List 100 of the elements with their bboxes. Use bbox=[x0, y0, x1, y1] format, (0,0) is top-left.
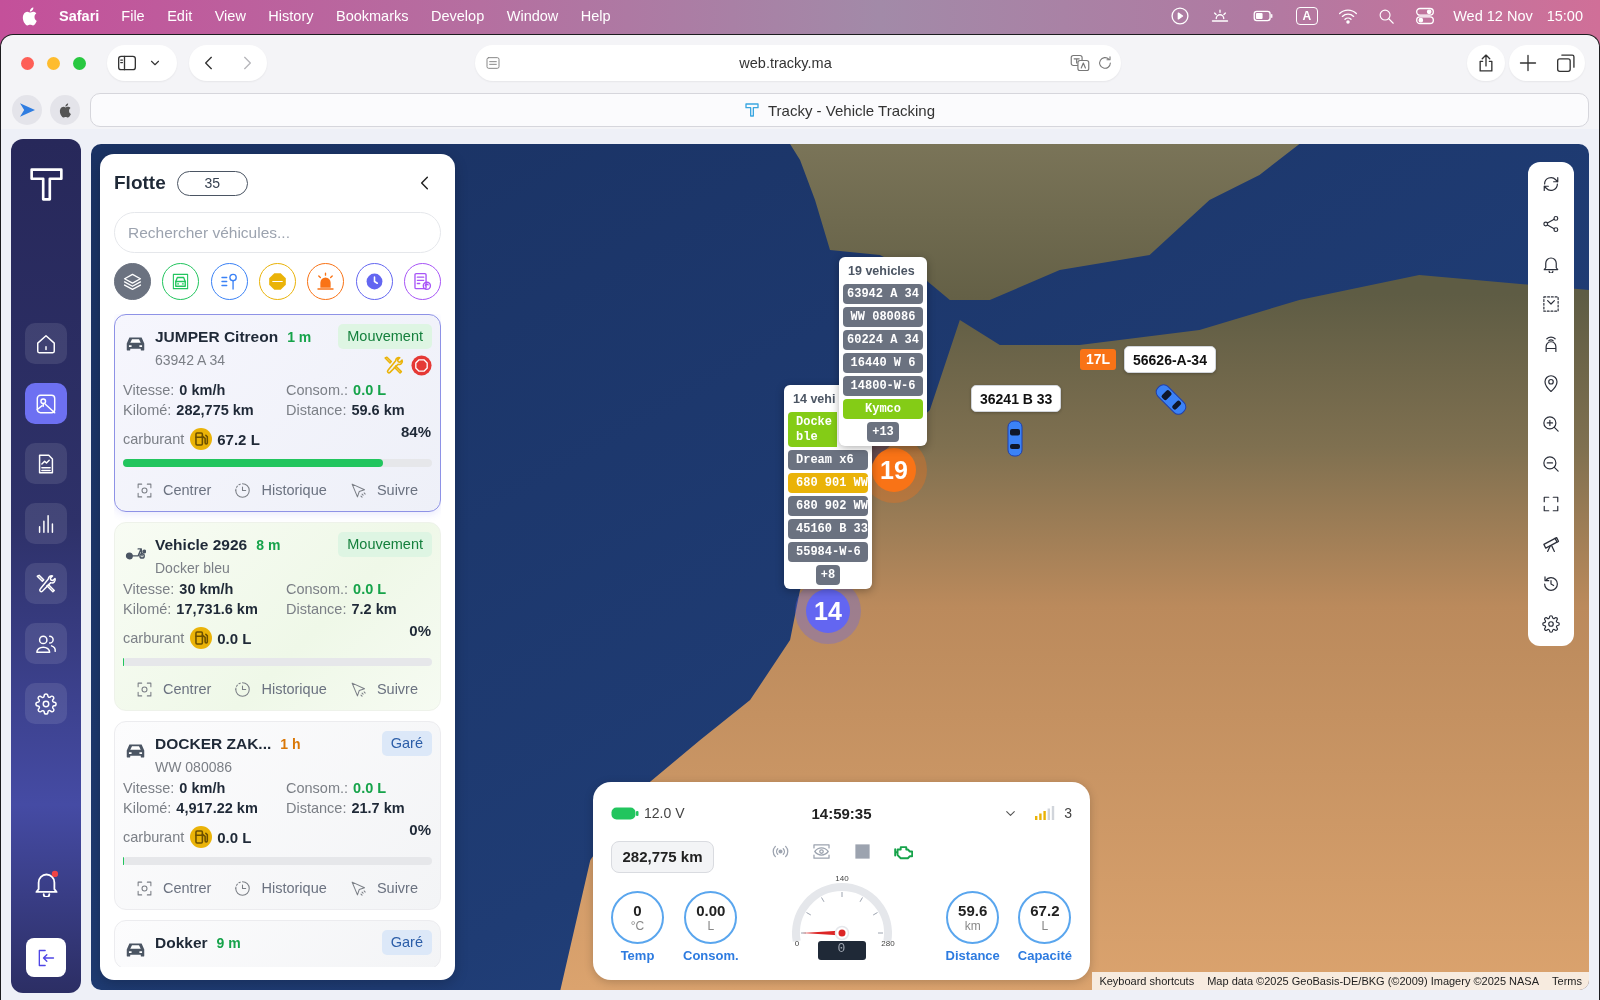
vehicle-plate-tag[interactable]: 60224 A 34 bbox=[843, 330, 923, 350]
drivers-nav-button[interactable] bbox=[25, 623, 67, 664]
settings-icon[interactable] bbox=[1542, 615, 1560, 633]
target-frame-icon bbox=[136, 481, 153, 499]
menu-item[interactable]: File bbox=[121, 8, 145, 24]
center-button[interactable]: Centrer bbox=[136, 879, 212, 897]
fuel-amount: 67.2 L bbox=[217, 430, 260, 448]
vehicle-plate-tag[interactable]: 55984-W-6 bbox=[788, 542, 868, 562]
statistics-nav-button[interactable] bbox=[25, 503, 67, 544]
fuel-pump-icon bbox=[190, 428, 213, 450]
input-source-indicator[interactable]: A bbox=[1295, 7, 1319, 25]
vehicle-plate-tag[interactable]: 63942 A 34 bbox=[843, 284, 923, 304]
map-pin-icon[interactable] bbox=[1542, 375, 1560, 393]
zoom-out-icon[interactable] bbox=[1542, 455, 1560, 473]
map-credit-text: Map data ©2025 GeoBasis-DE/BKG (©2009) Imagery ©2025 NASA bbox=[1207, 975, 1540, 987]
menu-item[interactable]: Edit bbox=[167, 8, 193, 24]
play-circle-icon[interactable] bbox=[1169, 6, 1190, 26]
share-nodes-icon[interactable] bbox=[1542, 215, 1560, 233]
sidebar-icon[interactable] bbox=[117, 53, 137, 73]
terms-link[interactable]: Terms bbox=[1552, 975, 1582, 987]
telescope-icon[interactable] bbox=[1542, 535, 1560, 553]
page-icon[interactable] bbox=[485, 55, 501, 71]
translate-icon[interactable] bbox=[1070, 53, 1090, 73]
zoom-in-icon[interactable] bbox=[1542, 415, 1560, 433]
history-button[interactable]: Historique bbox=[234, 680, 327, 698]
dashed-select-icon[interactable] bbox=[1542, 295, 1560, 313]
menu-item[interactable]: Bookmarks bbox=[336, 8, 409, 24]
new-tab-icon[interactable] bbox=[1518, 53, 1538, 73]
apple-logo-icon[interactable] bbox=[22, 6, 38, 26]
pin-filter-button[interactable] bbox=[210, 263, 248, 300]
vehicle-plate-tag[interactable]: Dream x6 bbox=[788, 450, 868, 470]
logout-button[interactable] bbox=[26, 938, 66, 977]
maintenance-nav-button[interactable] bbox=[25, 563, 67, 604]
menu-item[interactable]: Help bbox=[580, 8, 611, 24]
close-window-button[interactable] bbox=[21, 56, 34, 70]
settings-nav-button[interactable] bbox=[25, 683, 67, 724]
vehicle-name: JUMPER Citreon bbox=[155, 327, 279, 346]
document-icon bbox=[412, 272, 432, 291]
home-nav-button[interactable] bbox=[25, 323, 67, 364]
follow-button[interactable]: Suivre bbox=[349, 481, 418, 499]
plate-label[interactable]: 36241 B 33 bbox=[971, 385, 1062, 412]
search-icon[interactable] bbox=[1378, 7, 1396, 25]
reload-icon[interactable] bbox=[1097, 55, 1113, 71]
more-count-tag[interactable]: +13 bbox=[867, 422, 899, 442]
history-icon[interactable] bbox=[1542, 575, 1560, 593]
center-button[interactable]: Centrer bbox=[136, 481, 212, 499]
app-menu[interactable]: Safari bbox=[59, 8, 100, 24]
vehicle-plate-tag[interactable]: 45160 B 33 bbox=[788, 519, 868, 539]
pinned-tab[interactable] bbox=[50, 95, 80, 125]
history-button[interactable]: Historique bbox=[234, 481, 327, 499]
tracky-logo-icon[interactable] bbox=[29, 168, 63, 201]
menu-item[interactable]: Window bbox=[506, 8, 559, 24]
last-update-time: 1 m bbox=[287, 328, 312, 345]
vehicle-plate-tag[interactable]: 14800-W-6 bbox=[843, 376, 923, 396]
vehicle-plate-tag[interactable]: WW 080086 bbox=[843, 307, 923, 327]
menubar-date[interactable]: Wed 12 Nov bbox=[1453, 8, 1533, 24]
vehicle-plate-tag[interactable]: 680 902 WW bbox=[788, 496, 868, 516]
menu-item[interactable]: View bbox=[214, 8, 246, 24]
follow-button[interactable]: Suivre bbox=[349, 680, 418, 698]
control-center-icon[interactable] bbox=[1415, 6, 1436, 26]
address-bar[interactable]: web.tracky.ma bbox=[475, 45, 1121, 81]
fuel-amount: 0.0 L bbox=[217, 629, 252, 647]
clock-filter-button[interactable] bbox=[355, 263, 393, 300]
battery-icon bbox=[611, 806, 639, 820]
fullscreen-icon[interactable] bbox=[1542, 495, 1560, 513]
menu-item[interactable]: History bbox=[268, 8, 314, 24]
gauge-value: 59.6 bbox=[958, 902, 988, 919]
vehicle-card[interactable]: DOCKER ZAK... 1 h Garé WW 080086 Vitesse: 0 km/h Consom.: 0.0 L Kilomé: 4,917.22 km Distance: 21.7 km carburant 0.0 L 0% Centrer Historique Suivre bbox=[114, 721, 441, 910]
siren-icon bbox=[316, 272, 336, 291]
keyboard-shortcuts-link[interactable]: Keyboard shortcuts bbox=[1099, 975, 1195, 987]
cursor-icon bbox=[349, 680, 367, 698]
center-button[interactable]: Centrer bbox=[136, 680, 212, 698]
follow-button[interactable]: Suivre bbox=[349, 879, 418, 897]
more-count-tag[interactable]: +8 bbox=[815, 565, 841, 585]
layers-filter-button[interactable] bbox=[114, 263, 151, 300]
vehicle-card[interactable]: JUMPER Citreon 1 m Mouvement 63942 A 34 Vitesse: 0 km/h Consom.: 0.0 L Kilomé: 282,775 km Distance: 59.6 km carburant 67.2 L 84% Centrer Historique Suivre bbox=[114, 314, 441, 512]
refresh-icon[interactable] bbox=[1542, 175, 1560, 193]
reports-nav-button[interactable] bbox=[25, 443, 67, 484]
vehicle-plate-tag[interactable]: 16440 W 6 bbox=[843, 353, 923, 373]
document-filter-button[interactable] bbox=[403, 263, 441, 300]
menu-item[interactable]: Develop bbox=[431, 8, 485, 24]
driver-signal-icon[interactable] bbox=[1542, 335, 1560, 353]
map-nav-button[interactable] bbox=[25, 383, 67, 424]
signal-bars-icon bbox=[1035, 806, 1056, 820]
car-marker-icon[interactable] bbox=[1007, 420, 1023, 457]
plate-label[interactable]: 56626-A-34 bbox=[1124, 346, 1216, 373]
menubar-time[interactable]: 15:00 bbox=[1546, 8, 1583, 24]
browser-tab[interactable]: Tracky - Vehicle Tracking bbox=[90, 93, 1589, 127]
bell-icon[interactable] bbox=[1542, 255, 1560, 273]
gauge-label: Distance bbox=[945, 948, 1000, 963]
history-button[interactable]: Historique bbox=[234, 879, 327, 897]
vehicle-card[interactable]: Vehicle 2926 8 m Mouvement Docker bleu Vitesse: 30 km/h Consom.: 0.0 L Kilomé: 17,731.6 km Distance: 7.2 km carburant 0.0 L 0% Centrer Historique Suivre bbox=[114, 522, 441, 711]
pinned-tab[interactable] bbox=[12, 95, 42, 125]
tabs-overview-icon[interactable] bbox=[1556, 53, 1576, 73]
fuel-pump-icon bbox=[190, 627, 213, 649]
search-field[interactable]: Rechercher véhicules... bbox=[114, 212, 441, 253]
siren-filter-button[interactable] bbox=[307, 263, 345, 300]
vehicle-card[interactable]: Dokker 9 m Garé bbox=[114, 920, 441, 967]
gauge-value: 0.00 bbox=[696, 902, 726, 919]
stop-sign-icon[interactable] bbox=[411, 355, 432, 376]
